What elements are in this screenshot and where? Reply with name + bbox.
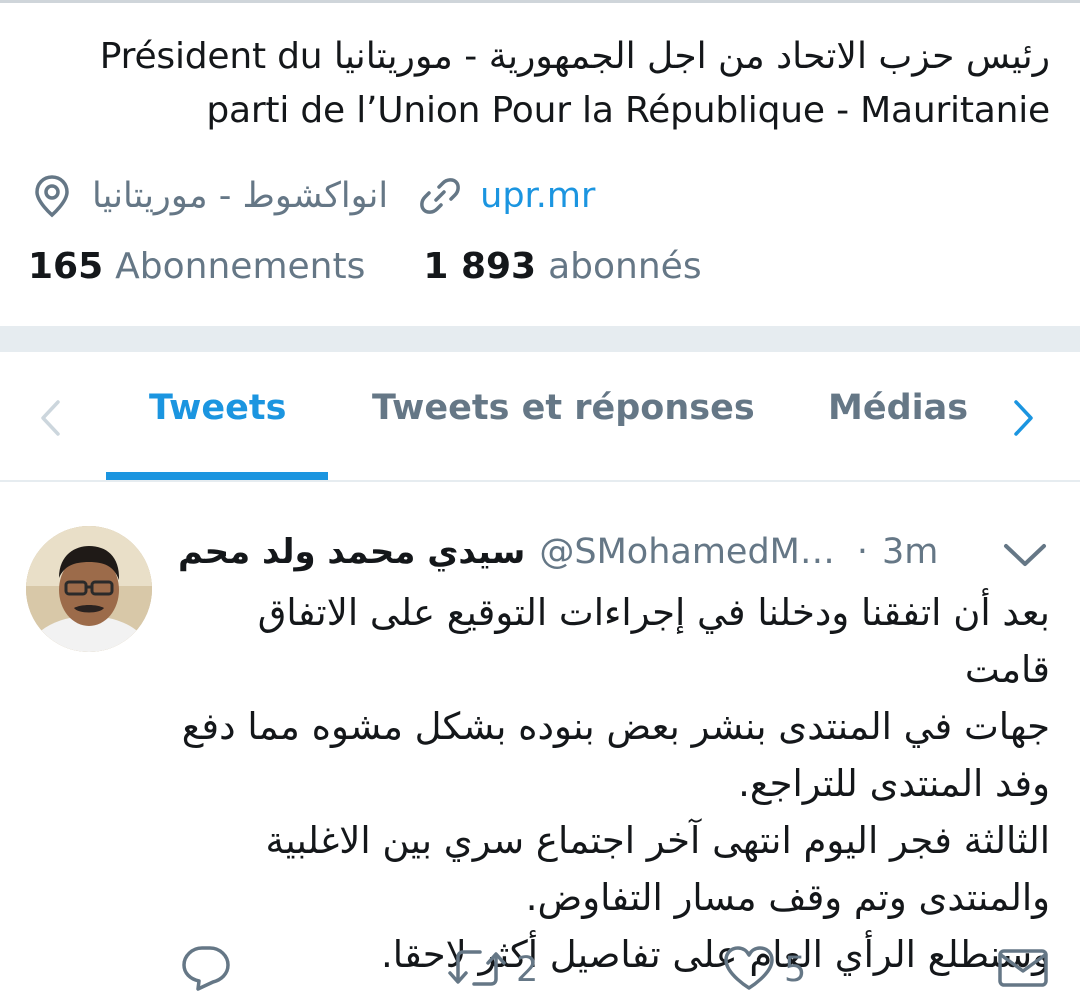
tweet-display-name[interactable]: سيدي محمد ولد محم [178, 532, 525, 572]
section-separator [0, 326, 1080, 352]
retweet-count: 2 [516, 950, 539, 990]
like-count: 5 [784, 950, 807, 990]
avatar[interactable] [26, 526, 152, 652]
tweet-line: جهات في المنتدى بنشر بعض بنوده بشكل مشوه… [181, 705, 1050, 748]
tweet-actions: 2 5 [0, 940, 1080, 1000]
header-separator: · [856, 532, 869, 572]
active-tab-indicator [106, 472, 328, 480]
retweet-icon [446, 945, 508, 995]
tweet-header: سيدي محمد ولد محم @SMohamedM… · 3m [178, 524, 938, 580]
tab-tweets[interactable]: Tweets [149, 388, 286, 438]
tab-tweets-and-replies[interactable]: Tweets et réponses [372, 388, 755, 438]
tweet-text: بعد أن اتفقنا ودخلنا في إجراءات التوقيع … [180, 584, 1050, 983]
tweet-line: وفد المنتدى للتراجع. [738, 762, 1050, 805]
chevron-right-icon[interactable] [1004, 390, 1044, 446]
twitter-profile-screen: رئيس حزب الاتحاد من اجل الجمهورية - موري… [0, 0, 1080, 1007]
tab-media[interactable]: Médias [828, 388, 968, 438]
bio-line-1: رئيس حزب الاتحاد من اجل الجمهورية - موري… [99, 36, 1050, 77]
profile-meta: انواكشوط - موريتانيا upr.mr [30, 168, 595, 224]
direct-message-button[interactable] [996, 940, 1050, 1000]
following-stat[interactable]: 165 Abonnements [28, 246, 365, 287]
retweet-button[interactable]: 2 [446, 940, 538, 1000]
envelope-icon [996, 946, 1050, 994]
profile-tabs: Tweets Tweets et réponses Médias [0, 352, 1080, 482]
tweet-handle[interactable]: @SMohamedM… [539, 532, 835, 572]
like-button[interactable]: 5 [722, 940, 806, 1000]
profile-stats: 165 Abonnements 1 893 abonnés [28, 240, 702, 292]
chevron-down-icon[interactable] [1000, 538, 1050, 572]
reply-icon [180, 943, 232, 997]
following-label: Abonnements [115, 245, 366, 287]
link-icon [418, 174, 462, 218]
following-count: 165 [28, 245, 104, 287]
tweet-timestamp[interactable]: 3m [882, 532, 938, 572]
tweet-line: والمنتدى وتم وقف مسار التفاوض. [525, 876, 1050, 919]
followers-label: abonnés [548, 245, 702, 287]
profile-location: انواكشوط - موريتانيا [92, 176, 389, 216]
bio-line-2: parti de l’Union Pour la République - Ma… [206, 90, 1050, 131]
profile-website-link[interactable]: upr.mr [480, 176, 595, 216]
tweet-line: بعد أن اتفقنا ودخلنا في إجراءات التوقيع … [257, 591, 1050, 691]
followers-stat[interactable]: 1 893 abonnés [423, 246, 701, 287]
reply-button[interactable] [180, 940, 232, 1000]
followers-count: 1 893 [423, 245, 537, 287]
chevron-left-icon[interactable] [30, 390, 70, 446]
tweet-card[interactable]: سيدي محمد ولد محم @SMohamedM… · 3m بعد أ… [0, 484, 1080, 1007]
top-divider [0, 0, 1080, 3]
location-pin-icon [30, 174, 74, 218]
heart-icon [722, 944, 776, 996]
tweet-line: الثالثة فجر اليوم انتهى آخر اجتماع سري ب… [265, 819, 1051, 862]
profile-bio: رئيس حزب الاتحاد من اجل الجمهورية - موري… [50, 30, 1050, 138]
